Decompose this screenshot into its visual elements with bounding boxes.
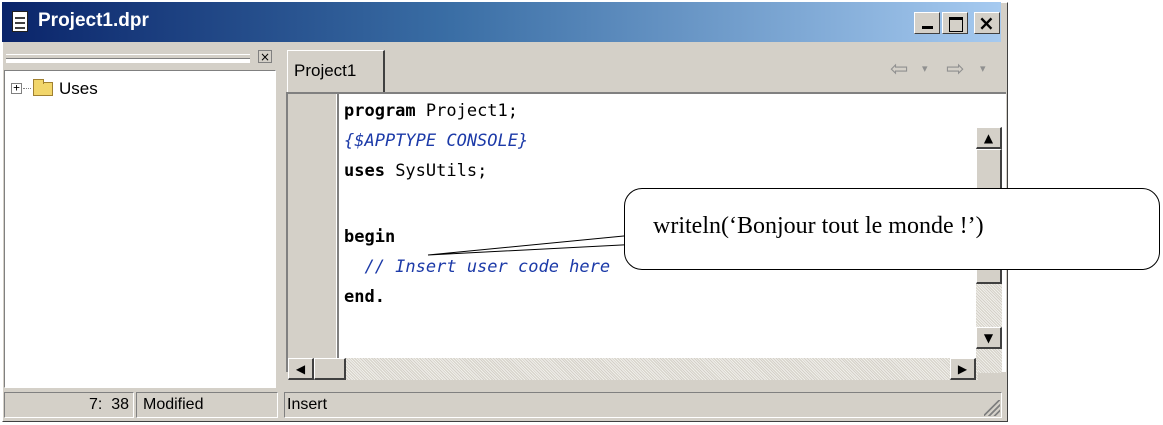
explorer-header: × bbox=[4, 48, 274, 68]
forward-dropdown-icon[interactable]: ▾ bbox=[980, 62, 986, 75]
status-bar: 7: 38 Modified Insert bbox=[4, 392, 1002, 418]
code-line: program Project1; bbox=[344, 96, 518, 126]
scroll-left-icon[interactable]: ◀ bbox=[288, 358, 314, 380]
keyword: uses bbox=[344, 161, 385, 181]
close-button[interactable]: × bbox=[974, 12, 1000, 34]
scroll-up-icon[interactable]: ▲ bbox=[976, 127, 1002, 149]
keyword: end. bbox=[344, 287, 385, 307]
maximize-icon bbox=[949, 17, 963, 32]
scroll-right-icon[interactable]: ▶ bbox=[950, 358, 976, 380]
scroll-down-icon[interactable]: ▼ bbox=[976, 327, 1002, 349]
maximize-button[interactable] bbox=[942, 12, 968, 34]
code-line: // Insert user code here bbox=[344, 252, 610, 282]
code-line: {$APPTYPE CONSOLE} bbox=[344, 126, 528, 156]
insert-mode-indicator: Insert bbox=[284, 392, 1002, 418]
forward-arrow-icon[interactable]: ⇨ bbox=[946, 56, 964, 82]
gutter-divider bbox=[337, 94, 339, 360]
code-line: uses SysUtils; bbox=[344, 156, 487, 186]
minimize-icon bbox=[922, 26, 933, 29]
keyword: program bbox=[344, 101, 416, 121]
title-bar[interactable]: Project1.dpr × bbox=[2, 2, 1001, 42]
compiler-directive: {$APPTYPE CONSOLE} bbox=[344, 131, 529, 151]
callout-text: writeln(‘Bonjour tout le monde !’) bbox=[653, 213, 984, 239]
back-dropdown-icon[interactable]: ▾ bbox=[922, 62, 928, 75]
expand-icon[interactable]: + bbox=[11, 82, 22, 94]
resize-grip-icon[interactable] bbox=[984, 400, 1000, 416]
close-icon: × bbox=[978, 11, 995, 35]
horizontal-scroll-thumb[interactable] bbox=[314, 358, 346, 380]
horizontal-scrollbar[interactable]: ◀ ▶ bbox=[288, 358, 978, 380]
window-title: Project1.dpr bbox=[38, 10, 149, 31]
code-comment: // Insert user code here bbox=[344, 257, 611, 277]
tab-label: Project1 bbox=[294, 61, 357, 80]
keyword: begin bbox=[344, 227, 396, 247]
code-line: end. bbox=[344, 282, 385, 312]
code-line: begin bbox=[344, 222, 395, 252]
tab-project1[interactable]: Project1 bbox=[287, 50, 385, 92]
document-icon bbox=[12, 11, 28, 32]
tree-connector bbox=[23, 88, 31, 89]
code-text: SysUtils; bbox=[384, 161, 488, 181]
folder-icon bbox=[33, 79, 53, 96]
callout-annotation: writeln(‘Bonjour tout le monde !’) bbox=[624, 188, 1160, 270]
panel-splitter[interactable] bbox=[278, 48, 281, 390]
panel-grip[interactable] bbox=[6, 54, 250, 59]
cursor-position: 7: 38 bbox=[4, 392, 134, 418]
tree-item-uses[interactable]: Uses bbox=[59, 79, 98, 99]
panel-close-icon[interactable]: × bbox=[258, 50, 272, 63]
minimize-button[interactable] bbox=[914, 12, 940, 34]
modified-indicator: Modified bbox=[136, 392, 278, 418]
code-explorer-tree[interactable]: + Uses bbox=[4, 70, 276, 388]
navigation-arrows: ⇦ ▾ ⇨ ▾ bbox=[890, 56, 1000, 82]
editor-gutter[interactable] bbox=[288, 94, 336, 360]
code-text: Project1; bbox=[415, 101, 519, 121]
back-arrow-icon[interactable]: ⇦ bbox=[890, 56, 908, 82]
